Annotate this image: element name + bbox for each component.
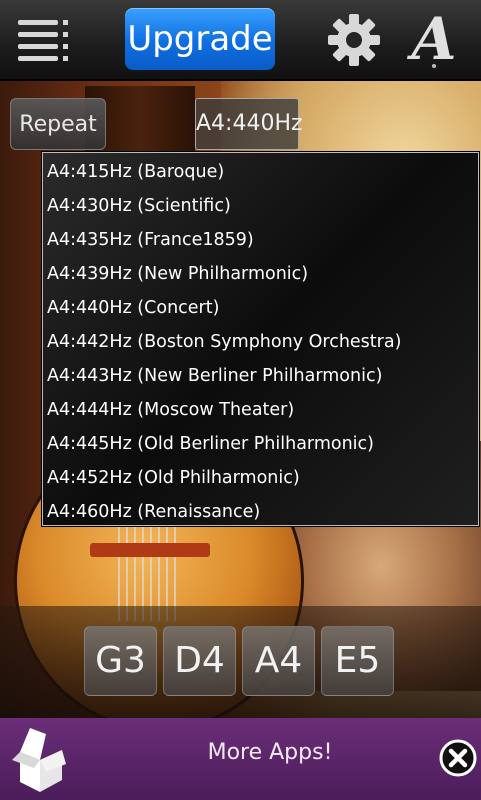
frequency-option[interactable]: A4:444Hz (Moscow Theater) — [43, 393, 478, 427]
close-icon[interactable] — [439, 739, 477, 777]
upgrade-button[interactable]: Upgrade — [125, 8, 275, 70]
frequency-option[interactable]: A4:442Hz (Boston Symphony Orchestra) — [43, 325, 478, 359]
note-button-g3[interactable]: G3 — [84, 626, 157, 696]
frequency-option[interactable]: A4:445Hz (Old Berliner Philharmonic) — [43, 427, 478, 461]
frequency-option[interactable]: A4:460Hz (Renaissance) — [43, 495, 478, 529]
frequency-option[interactable]: A4:440Hz (Concert) — [43, 291, 478, 325]
ad-banner[interactable]: More Apps! — [0, 718, 481, 800]
mandolin-bridge — [90, 543, 210, 557]
open-box-icon — [12, 728, 66, 792]
frequency-select[interactable]: A4:440Hz — [195, 98, 303, 150]
frequency-option[interactable]: A4:452Hz (Old Philharmonic) — [43, 461, 478, 495]
overflow-indicator-dot — [432, 64, 436, 68]
top-toolbar: Upgrade A — [0, 0, 481, 80]
frequency-dropdown-list: A4:415Hz (Baroque) A4:430Hz (Scientific)… — [42, 152, 479, 526]
frequency-option[interactable]: A4:435Hz (France1859) — [43, 223, 478, 257]
frequency-option[interactable]: A4:430Hz (Scientific) — [43, 189, 478, 223]
menu-list-icon[interactable] — [16, 18, 72, 66]
note-button-e5[interactable]: E5 — [321, 626, 394, 696]
ad-text: More Apps! — [207, 740, 333, 765]
note-button-d4[interactable]: D4 — [163, 626, 236, 696]
frequency-option[interactable]: A4:439Hz (New Philharmonic) — [43, 257, 478, 291]
frequency-option[interactable]: A4:443Hz (New Berliner Philharmonic) — [43, 359, 478, 393]
note-buttons: G3 D4 A4 E5 — [84, 626, 396, 696]
gear-icon[interactable] — [326, 12, 382, 68]
note-button-a4[interactable]: A4 — [242, 626, 315, 696]
frequency-option[interactable]: A4:415Hz (Baroque) — [43, 155, 478, 189]
repeat-button[interactable]: Repeat — [10, 98, 106, 150]
